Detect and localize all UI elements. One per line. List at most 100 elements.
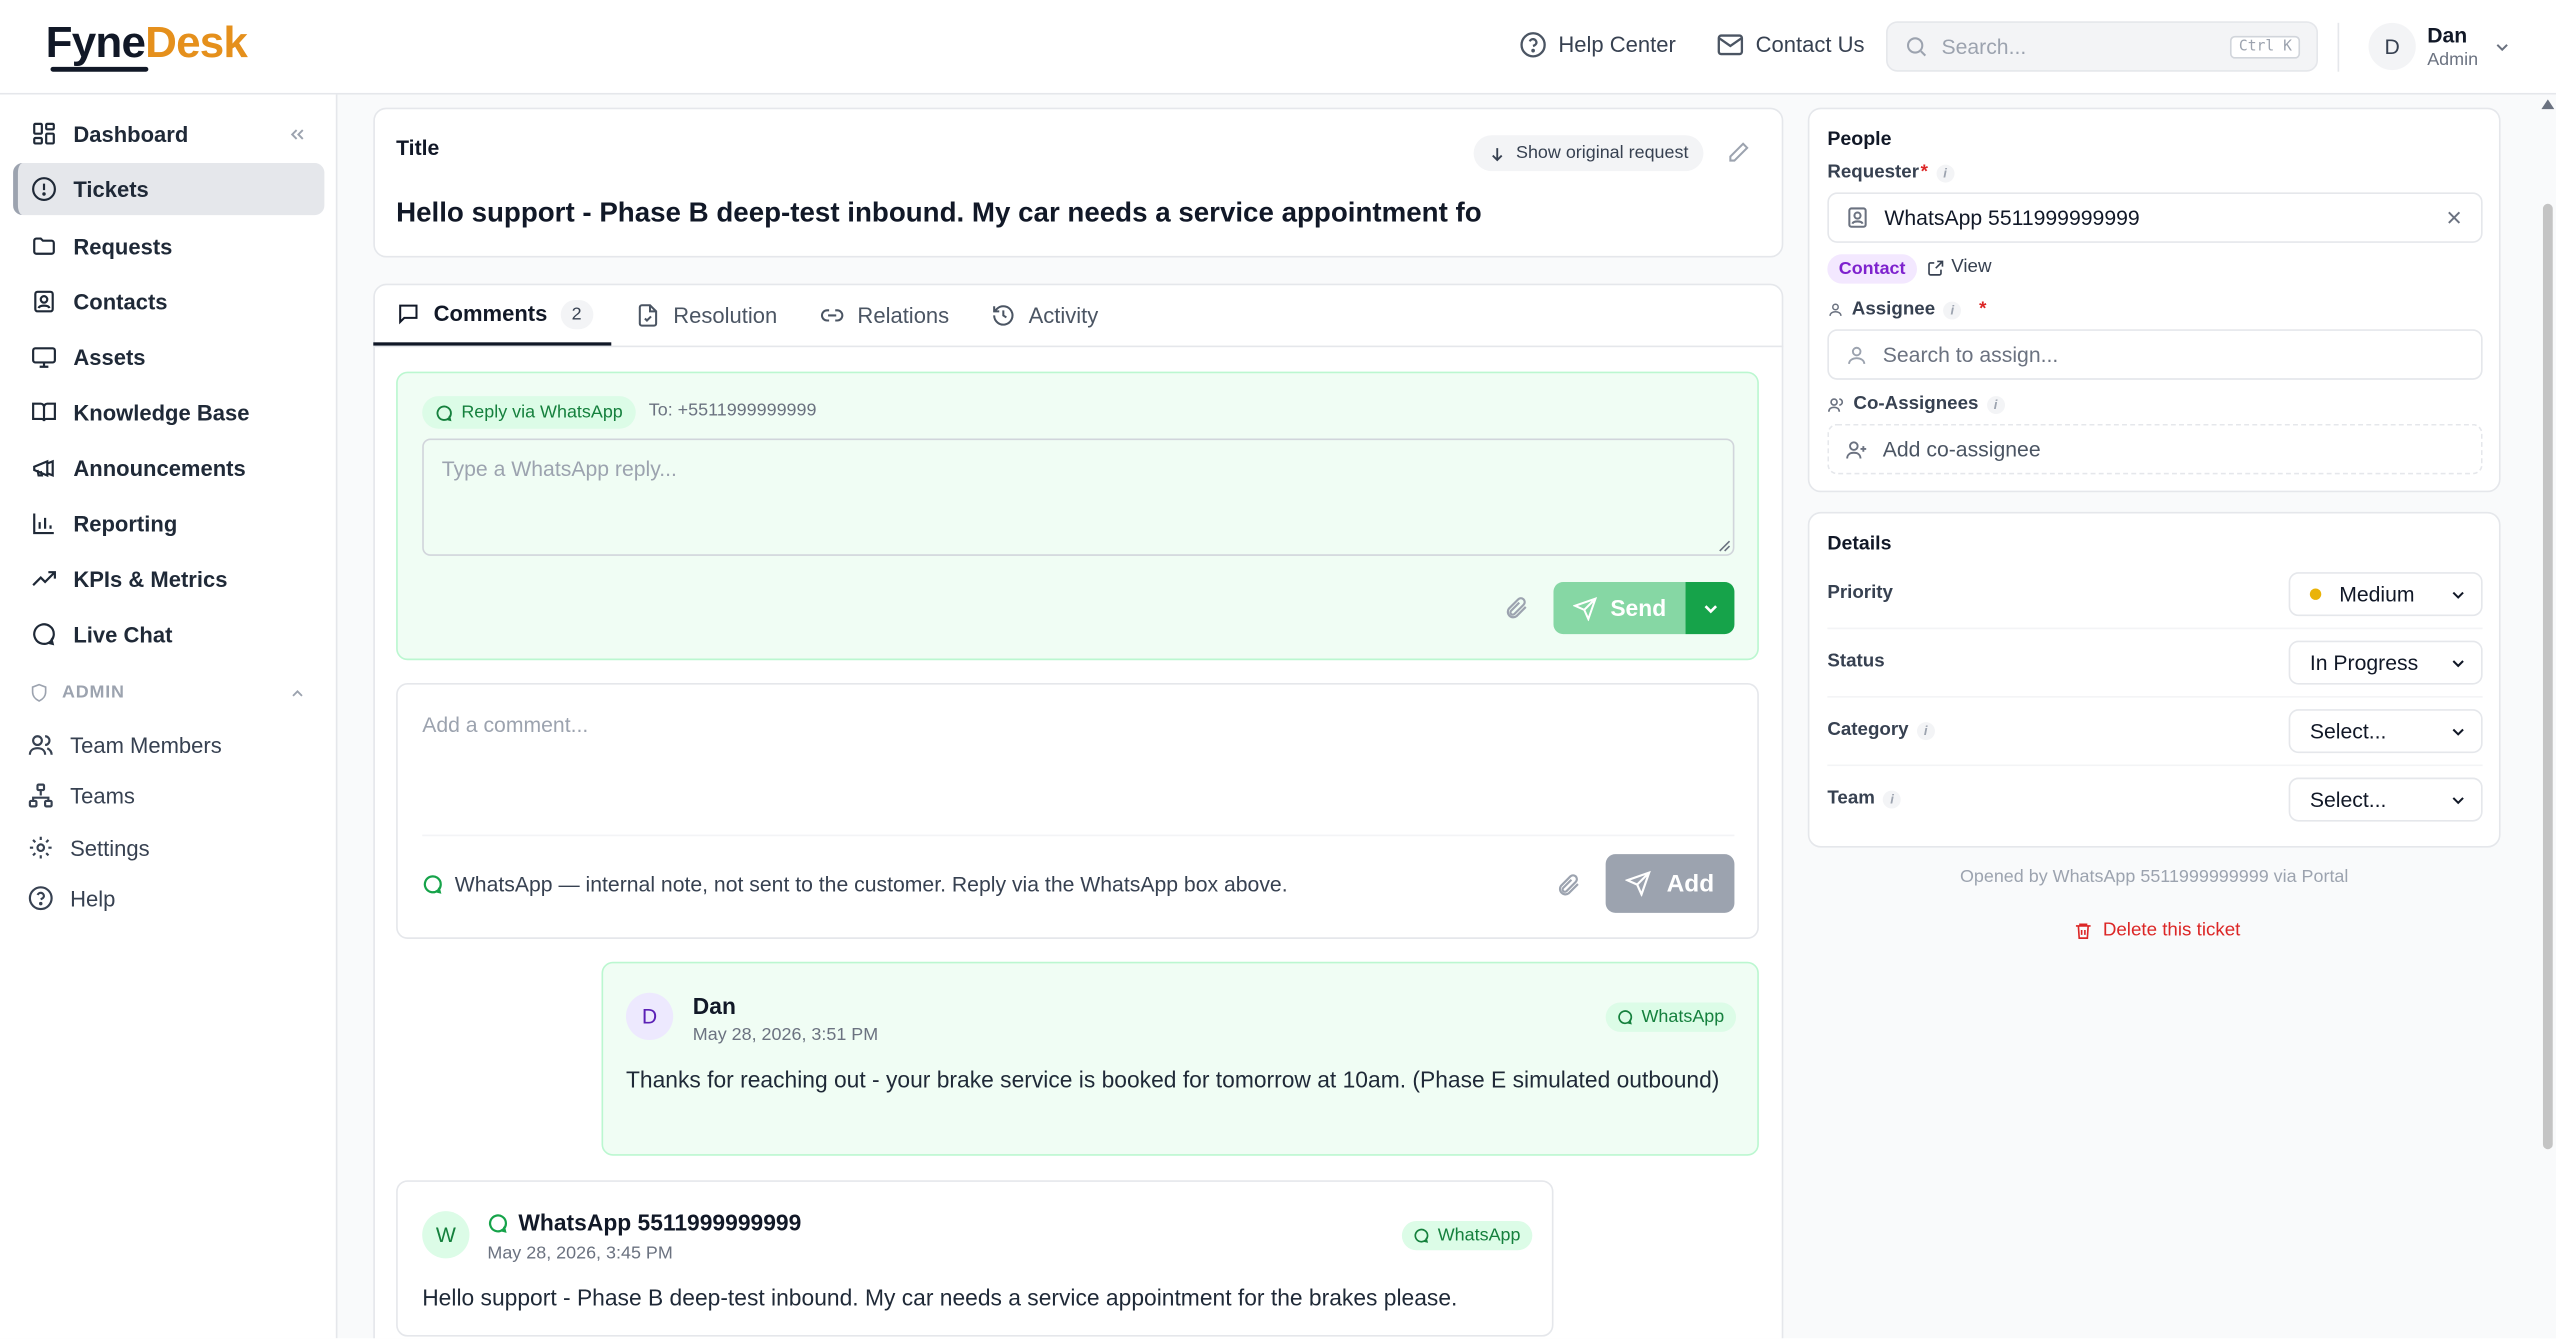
- tab-resolution[interactable]: Resolution: [636, 285, 777, 345]
- sidebar-item-requests[interactable]: Requests: [13, 220, 324, 272]
- sidebar-item-reporting[interactable]: Reporting: [13, 497, 324, 549]
- chevron-down-icon: [2452, 659, 2464, 667]
- contact-tag: Contact: [1827, 254, 1917, 284]
- add-co-assignee-button[interactable]: Add co-assignee: [1827, 423, 2483, 475]
- tab-label: Relations: [857, 303, 950, 328]
- whatsapp-icon: [436, 404, 452, 421]
- sidebar-item-teams[interactable]: Teams: [13, 769, 324, 821]
- add-comment-button[interactable]: Add: [1605, 854, 1735, 913]
- send-button[interactable]: Send: [1553, 581, 1686, 635]
- message-channel-badge: WhatsApp: [1401, 1220, 1532, 1251]
- top-bar: FyneDesk Help Center Contact Us Search..…: [0, 0, 2556, 95]
- message-avatar-initial: W: [435, 1222, 456, 1248]
- alert-circle-icon: [32, 177, 56, 202]
- user-icon: [1829, 303, 1842, 316]
- scroll-up-arrow-icon[interactable]: [2541, 99, 2555, 110]
- send-options-button[interactable]: [1685, 581, 1735, 635]
- trending-up-icon: [32, 571, 56, 586]
- message-date: May 28, 2026, 3:51 PM: [692, 1025, 879, 1045]
- sidebar-item-help[interactable]: Help: [13, 872, 324, 924]
- sidebar-item-knowledge-base[interactable]: Knowledge Base: [13, 386, 324, 438]
- info-icon[interactable]: i: [1936, 163, 1955, 182]
- row-divider: [1827, 627, 2483, 630]
- search-input[interactable]: Search...: [1941, 34, 2217, 58]
- tab-relations[interactable]: Relations: [820, 285, 949, 345]
- message-body: Thanks for reaching out - your brake ser…: [625, 1066, 1720, 1093]
- logo[interactable]: FyneDesk: [45, 16, 248, 68]
- reply-via-whatsapp-badge: Reply via WhatsApp: [422, 396, 636, 429]
- message-avatar: D: [625, 992, 674, 1041]
- status-select[interactable]: In Progress: [2288, 640, 2483, 685]
- show-original-label: Show original request: [1515, 143, 1689, 164]
- info-icon[interactable]: i: [1883, 789, 1902, 808]
- logo-part-1: Fyne: [45, 17, 146, 67]
- search-shortcut-badge: Ctrl K: [2230, 35, 2301, 58]
- sidebar-item-live-chat[interactable]: Live Chat: [13, 608, 324, 660]
- comment-input[interactable]: Add a comment...: [422, 712, 588, 736]
- message-body: Hello support - Phase B deep-test inboun…: [422, 1284, 1458, 1311]
- show-original-button[interactable]: Show original request: [1473, 135, 1704, 172]
- tab-activity[interactable]: Activity: [991, 285, 1098, 345]
- message-outbound: [601, 961, 1759, 1156]
- global-search[interactable]: Search... Ctrl K: [1886, 21, 2319, 72]
- assignee-search-input[interactable]: Search to assign...: [1827, 329, 2483, 380]
- category-select[interactable]: Select...: [2288, 709, 2483, 754]
- ticket-title[interactable]: Hello support - Phase B deep-test inboun…: [396, 197, 1482, 230]
- close-icon[interactable]: [2444, 207, 2465, 228]
- category-value: Select...: [2309, 718, 2387, 744]
- view-requester-link[interactable]: View: [1927, 257, 1992, 278]
- resize-handle-icon[interactable]: [1718, 540, 1731, 553]
- reply-channel-label: Reply via WhatsApp: [461, 402, 623, 423]
- people-title: People: [1827, 127, 1892, 150]
- co-assignees-label: Co-Assignees i: [1827, 394, 2005, 414]
- scrollbar-thumb[interactable]: [2542, 203, 2553, 1150]
- reply-recipient: To: +5511999999999: [648, 401, 817, 421]
- sidebar-item-label: Settings: [70, 835, 150, 860]
- contact-us-link[interactable]: Contact Us: [1716, 31, 1864, 59]
- whatsapp-reply-textarea[interactable]: Type a WhatsApp reply...: [422, 438, 1735, 556]
- chat-bubble-icon: [33, 623, 55, 646]
- mail-icon: [1717, 34, 1744, 56]
- sidebar-item-assets[interactable]: Assets: [13, 331, 324, 383]
- paperclip-icon[interactable]: [1555, 872, 1581, 898]
- sidebar-item-label: Tickets: [73, 176, 149, 202]
- whatsapp-icon: [488, 1214, 508, 1233]
- user-avatar[interactable]: D: [2368, 22, 2416, 71]
- view-label: View: [1951, 257, 1992, 278]
- chevron-down-icon[interactable]: [2492, 37, 2512, 57]
- paperclip-icon[interactable]: [1503, 595, 1529, 621]
- user-plus-icon: [1846, 440, 1867, 458]
- delete-ticket-button[interactable]: Delete this ticket: [2073, 921, 2240, 941]
- requester-field[interactable]: WhatsApp 5511999999999: [1827, 192, 2483, 243]
- info-icon[interactable]: i: [1986, 395, 2005, 414]
- send-icon: [1572, 596, 1597, 621]
- sidebar-item-tickets[interactable]: Tickets: [13, 163, 325, 216]
- chevron-up-icon[interactable]: [289, 685, 307, 703]
- tab-label: Activity: [1028, 303, 1099, 328]
- user-role: Admin: [2427, 50, 2479, 71]
- assignee-label: Assignee i *: [1827, 300, 1986, 319]
- user-name[interactable]: Dan: [2427, 23, 2467, 47]
- tab-comments[interactable]: Comments 2: [373, 285, 612, 346]
- sidebar-item-announcements[interactable]: Announcements: [13, 442, 324, 494]
- admin-section-header[interactable]: ADMIN: [29, 683, 124, 703]
- edit-pencil-icon[interactable]: [1726, 140, 1750, 164]
- status-value: In Progress: [2309, 650, 2419, 675]
- info-icon[interactable]: i: [1943, 300, 1962, 319]
- message-author: Dan: [692, 992, 736, 1019]
- info-icon[interactable]: i: [1916, 721, 1935, 740]
- whatsapp-icon: [423, 875, 442, 894]
- chevron-down-icon: [2452, 727, 2464, 735]
- help-center-link[interactable]: Help Center: [1519, 31, 1676, 59]
- sidebar-item-team-members[interactable]: Team Members: [13, 719, 324, 771]
- team-select[interactable]: Select...: [2288, 777, 2483, 822]
- priority-select[interactable]: Medium: [2288, 572, 2483, 617]
- sidebar-item-kpis[interactable]: KPIs & Metrics: [13, 553, 324, 605]
- sidebar-item-contacts[interactable]: Contacts: [13, 275, 324, 327]
- category-label: Category i: [1827, 721, 1935, 740]
- priority-label-text: Priority: [1827, 583, 1893, 604]
- details-title: Details: [1827, 531, 1892, 555]
- gear-icon: [29, 836, 52, 859]
- sidebar-item-dashboard[interactable]: Dashboard: [13, 108, 324, 160]
- sidebar-item-settings[interactable]: Settings: [13, 822, 324, 874]
